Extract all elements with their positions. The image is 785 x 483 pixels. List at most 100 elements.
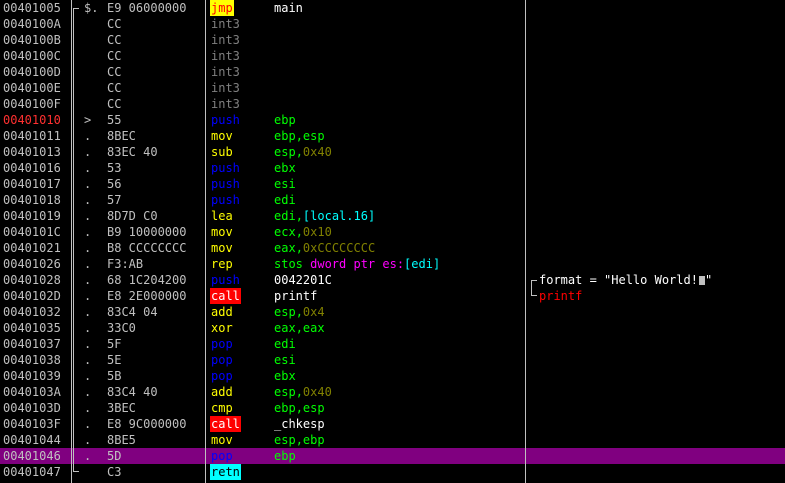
disasm-row[interactable]: 0040103D. 3BEC cmp ebp,esp (0, 400, 785, 416)
disasm-row[interactable]: 00401018. 57 push edi (0, 192, 785, 208)
flow-marker: . (84, 417, 92, 431)
disasm-row[interactable]: 0040103A. 83C4 40 add esp,0x40 (0, 384, 785, 400)
flow-marker: . (84, 449, 92, 463)
address-cell: 00401037 (3, 337, 61, 351)
hex-dump-cell: 33C0 (107, 321, 136, 335)
operands-cell: esp,0x4 (274, 304, 325, 320)
hex-dump-cell: E9 06000000 (107, 1, 187, 15)
operands-cell: eax,0xCCCCCCCC (274, 240, 375, 256)
operands-cell: ebx (274, 368, 296, 384)
disasm-row[interactable]: 00401011. 8BEC mov ebp,esp (0, 128, 785, 144)
address-cell: 0040100B (3, 33, 61, 47)
address-cell: 0040102D (3, 289, 61, 303)
operand-token: eax (274, 241, 296, 255)
comment-text: format = "Hello World! (539, 273, 698, 287)
disasm-row[interactable]: 0040100D CC int3 (0, 64, 785, 80)
flow-marker: . (84, 257, 92, 271)
mnemonic-push: push (211, 177, 240, 191)
operand-token: main (274, 1, 303, 15)
disasm-row[interactable]: 0040100F CC int3 (0, 96, 785, 112)
disasm-row[interactable]: 0040100E CC int3 (0, 80, 785, 96)
flow-marker: . (84, 385, 92, 399)
function-bracket-top (73, 8, 79, 9)
operand-token: ebx (274, 369, 296, 383)
operand-token: , (295, 129, 303, 143)
disasm-row[interactable]: 0040101C. B9 10000000 mov ecx,0x10 (0, 224, 785, 240)
hex-dump-cell: CC (107, 65, 122, 79)
operand-token: , (295, 241, 303, 255)
operands-cell: esp,0x40 (274, 144, 332, 160)
flow-marker: . (84, 161, 92, 175)
address-cell: 00401044 (3, 433, 61, 447)
address-cell: 0040103F (3, 417, 61, 431)
mnemonic-mov: mov (211, 129, 233, 143)
flow-marker: . (84, 209, 92, 223)
address-cell: 00401038 (3, 353, 61, 367)
disasm-row[interactable]: 00401013. 83EC 40 sub esp,0x40 (0, 144, 785, 160)
cpu-disassembly-window[interactable]: 00401005 $. E9 06000000 jmp main 0040100A CC in… (0, 0, 785, 483)
operand-token: esp (274, 145, 296, 159)
flow-marker: . (84, 241, 92, 255)
operand-token: eax (302, 321, 325, 335)
mnemonic-push: push (211, 193, 240, 207)
disasm-row[interactable]: 00401044. 8BE5 mov esp,ebp (0, 432, 785, 448)
disasm-row[interactable]: 00401016. 53 push ebx (0, 160, 785, 176)
disasm-row[interactable]: 0040100C CC int3 (0, 48, 785, 64)
disasm-row[interactable]: 0040100A CC int3 (0, 16, 785, 32)
disasm-row[interactable]: 00401026. F3:AB rep stos dword ptr es:[edi] (0, 256, 785, 272)
disasm-row[interactable]: 00401028. 68 1C204200 push 0042201C format =… (0, 272, 785, 288)
operand-token: esp (274, 433, 296, 447)
disasm-row[interactable]: 00401005 $. E9 06000000 jmp main (0, 0, 785, 16)
mnemonic-pop: pop (211, 353, 233, 367)
hex-dump-cell: 53 (107, 161, 122, 175)
comment-quote: " (704, 273, 713, 287)
disasm-row[interactable]: 0040100B CC int3 (0, 32, 785, 48)
operands-cell: ecx,0x10 (274, 224, 332, 240)
address-cell: 00401046 (3, 449, 61, 463)
address-cell: 0040103A (3, 385, 61, 399)
mnemonic-pop: pop (211, 337, 233, 351)
address-cell: 0040100A (3, 17, 61, 31)
disasm-row[interactable]: 00401017. 56 push esi (0, 176, 785, 192)
operands-cell: edi (274, 336, 296, 352)
address-cell: 0040100F (3, 97, 61, 111)
disasm-row[interactable]: 00401047 C3 retn (0, 464, 785, 480)
disasm-row[interactable]: 00401035. 33C0 xor eax,eax (0, 320, 785, 336)
disasm-row[interactable]: 00401046. 5D pop ebp (0, 448, 785, 464)
disasm-row[interactable]: 00401010 >55 push ebp (0, 112, 785, 128)
operand-token: ebp (274, 449, 296, 463)
mnemonic-pop: pop (211, 369, 233, 383)
operand-token: , (295, 321, 303, 335)
operand-token: edi (274, 209, 296, 223)
address-cell: 0040103D (3, 401, 61, 415)
disasm-row[interactable]: 00401038. 5E pop esi (0, 352, 785, 368)
address-cell: 0040100D (3, 65, 61, 79)
address-cell: 00401011 (3, 129, 61, 143)
address-cell: 00401016 (3, 161, 61, 175)
operand-token: 0x40 (302, 145, 332, 159)
mnemonic-jmp: jmp (210, 0, 234, 16)
flow-marker: . (84, 433, 92, 447)
flow-marker: . (84, 353, 92, 367)
flow-marker: . (84, 289, 92, 303)
disasm-row[interactable]: 00401019. 8D7D C0 lea edi,[local.16] (0, 208, 785, 224)
disasm-row[interactable]: 00401032. 83C4 04 add esp,0x4 (0, 304, 785, 320)
disasm-row[interactable]: 00401039. 5B pop ebx (0, 368, 785, 384)
operand-token: esi (274, 353, 296, 367)
disasm-row[interactable]: 00401037. 5F pop edi (0, 336, 785, 352)
mnemonic-pop: pop (211, 449, 233, 463)
disasm-row[interactable]: 0040103F. E8 9C000000 call _chkesp (0, 416, 785, 432)
operand-token: 0x40 (302, 385, 332, 399)
flow-marker: . (84, 145, 92, 159)
hex-dump-cell: 57 (107, 193, 122, 207)
address-cell: 00401010 (3, 113, 61, 127)
hex-dump-cell: F3:AB (107, 257, 144, 271)
hex-dump-cell: B9 10000000 (107, 225, 187, 239)
disasm-row[interactable]: 00401021. B8 CCCCCCCC mov eax,0xCCCCCCCC (0, 240, 785, 256)
hex-dump-cell: 56 (107, 177, 122, 191)
hex-dump-cell: B8 CCCCCCCC (107, 241, 187, 255)
flow-marker: . (84, 369, 92, 383)
disasm-row[interactable]: 0040102D. E8 2E000000 call printf printf (0, 288, 785, 304)
operands-cell: ebp,esp (274, 128, 325, 144)
hex-dump-cell: 8BEC (107, 129, 136, 143)
